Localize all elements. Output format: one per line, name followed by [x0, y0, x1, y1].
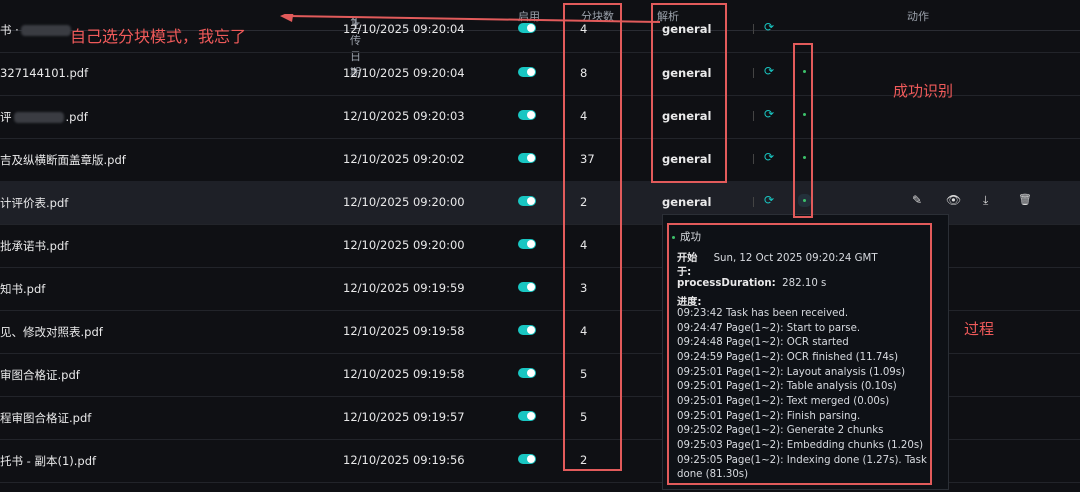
reload-icon[interactable]: ⟳: [764, 150, 774, 164]
enable-toggle[interactable]: [518, 196, 536, 206]
upload-date: 12/10/2025 09:20:00: [343, 195, 465, 209]
parser-name: general: [662, 195, 712, 209]
reload-icon[interactable]: ⟳: [764, 20, 774, 34]
blurred-text: [20, 25, 71, 36]
upload-date: 12/10/2025 09:19:56: [343, 453, 465, 467]
status-highlight-box: [793, 43, 813, 218]
file-extension: .pdf: [65, 110, 88, 124]
edit-icon[interactable]: ✎: [912, 193, 922, 207]
file-name[interactable]: 批承诺书.pdf: [0, 238, 68, 254]
reload-icon[interactable]: ⟳: [764, 107, 774, 121]
reload-icon[interactable]: ⟳: [764, 193, 774, 207]
enable-toggle[interactable]: [518, 239, 536, 249]
file-name[interactable]: 见、修改对照表.pdf: [0, 324, 103, 340]
delete-icon[interactable]: 🗑: [1018, 193, 1032, 206]
eye-icon[interactable]: 👁: [946, 193, 961, 207]
upload-date: 12/10/2025 09:19:58: [343, 324, 465, 338]
chunks-highlight-box: [563, 3, 622, 471]
enable-toggle[interactable]: [518, 67, 536, 77]
file-name[interactable]: 327144101.pdf: [0, 66, 88, 80]
divider: [753, 111, 754, 121]
file-name[interactable]: 评: [0, 110, 12, 124]
upload-date: 12/10/2025 09:19:59: [343, 281, 465, 295]
divider: [753, 197, 754, 207]
process-highlight-box: [667, 223, 932, 485]
enable-toggle[interactable]: [518, 325, 536, 335]
file-name[interactable]: 吉及纵横断面盖章版.pdf: [0, 152, 126, 168]
divider: [753, 68, 754, 78]
enable-toggle[interactable]: [518, 153, 536, 163]
annotation-process: 过程: [964, 320, 995, 338]
file-name[interactable]: 书 ·: [0, 23, 19, 37]
table-row[interactable]: 吉及纵横断面盖章版.pdf 12/10/2025 09:20:02 37 gen…: [0, 138, 1080, 182]
annotation-success: 成功识别: [893, 82, 954, 100]
enable-toggle[interactable]: [518, 282, 536, 292]
file-name[interactable]: 计评价表.pdf: [0, 195, 68, 211]
blurred-text: [13, 112, 64, 123]
download-icon[interactable]: ⤓: [983, 193, 988, 208]
enable-toggle[interactable]: [518, 368, 536, 378]
upload-date: 12/10/2025 09:19:58: [343, 367, 465, 381]
reload-icon[interactable]: ⟳: [764, 64, 774, 78]
table-row[interactable]: 评 .pdf 12/10/2025 09:20:03 4 general ⟳: [0, 95, 1080, 139]
upload-date: 12/10/2025 09:20:00: [343, 238, 465, 252]
file-name[interactable]: 审图合格证.pdf: [0, 367, 80, 383]
file-name[interactable]: 托书 - 副本(1).pdf: [0, 453, 96, 469]
divider: [753, 154, 754, 164]
annotation-arrow: [280, 14, 660, 23]
enable-toggle[interactable]: [518, 110, 536, 120]
divider: [753, 24, 754, 34]
parser-highlight-box: [651, 3, 727, 183]
file-name[interactable]: 知书.pdf: [0, 281, 45, 297]
enable-toggle[interactable]: [518, 454, 536, 464]
annotation-top: 自己选分块模式，我忘了: [70, 27, 247, 46]
file-name[interactable]: 程审图合格证.pdf: [0, 410, 91, 426]
upload-date: 12/10/2025 09:20:02: [343, 152, 465, 166]
upload-date: 12/10/2025 09:19:57: [343, 410, 465, 424]
enable-toggle[interactable]: [518, 411, 536, 421]
upload-date: 12/10/2025 09:20:04: [343, 66, 465, 80]
upload-date: 12/10/2025 09:20:03: [343, 109, 465, 123]
